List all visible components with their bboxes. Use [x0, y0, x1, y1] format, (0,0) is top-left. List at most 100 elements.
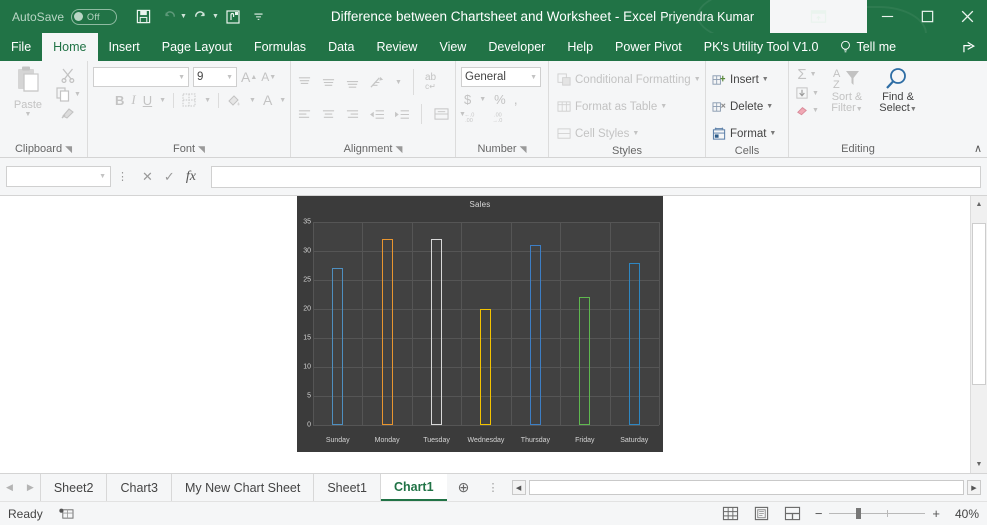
number-dialog-launcher[interactable]: ◥ [520, 144, 527, 155]
paste-button[interactable]: Paste ▼ [5, 65, 51, 118]
conditional-formatting-dropdown-icon[interactable]: ▼ [694, 76, 701, 83]
user-account-name[interactable]: Priyendra Kumar [660, 10, 754, 24]
tab-pk-utility-tool[interactable]: PK's Utility Tool V1.0 [693, 33, 830, 61]
add-sheet-button[interactable]: ⊕ [447, 474, 481, 501]
previous-sheet-arrow[interactable]: ◀ [6, 482, 13, 493]
cut-button[interactable] [60, 67, 76, 83]
sheet-tab-chart1[interactable]: Chart1 [380, 474, 447, 501]
format-cells-dropdown-icon[interactable]: ▼ [769, 130, 776, 137]
bar-monday[interactable] [381, 239, 393, 425]
tab-formulas[interactable]: Formulas [243, 33, 317, 61]
decrease-indent-icon[interactable] [369, 108, 385, 121]
delete-cells-dropdown-icon[interactable]: ▼ [766, 103, 773, 110]
merge-center-icon[interactable] [433, 107, 450, 121]
conditional-formatting-button[interactable]: Conditional Formatting ▼ [557, 69, 701, 90]
zoom-level-label[interactable]: 40% [947, 507, 979, 521]
bar-wednesday[interactable] [480, 309, 492, 425]
sheet-tab-my-new-chart-sheet[interactable]: My New Chart Sheet [172, 474, 315, 501]
undo-dropdown-icon[interactable]: ▼ [180, 13, 187, 20]
bar-friday[interactable] [579, 297, 591, 425]
percent-style-button[interactable]: % [494, 92, 506, 107]
formula-input[interactable] [210, 165, 981, 188]
chart-title[interactable]: Sales [297, 196, 663, 209]
borders-icon[interactable] [181, 92, 197, 108]
page-break-view-button[interactable] [784, 506, 801, 521]
vertical-scrollbar[interactable]: ▲ ▼ [970, 196, 987, 473]
number-format-select[interactable]: General ▼ [461, 67, 541, 87]
find-select-button[interactable]: Find & Select▼ [875, 66, 921, 115]
bar-tuesday[interactable] [431, 239, 443, 425]
fill-button[interactable]: ▼ [795, 86, 819, 100]
bar-sunday[interactable] [332, 268, 344, 425]
close-button[interactable] [947, 0, 987, 33]
font-size-dropdown-icon[interactable]: ▼ [226, 74, 233, 81]
tab-developer[interactable]: Developer [477, 33, 556, 61]
redo-icon[interactable] [189, 5, 213, 29]
tab-home[interactable]: Home [42, 33, 98, 61]
format-as-table-button[interactable]: Format as Table ▼ [557, 96, 667, 117]
increase-indent-icon[interactable] [394, 108, 410, 121]
scroll-left-arrow[interactable]: ◀ [511, 480, 526, 495]
zoom-slider[interactable] [829, 508, 926, 519]
tab-bar-splitter[interactable]: ⋮ [481, 474, 506, 501]
tab-power-pivot[interactable]: Power Pivot [604, 33, 693, 61]
align-bottom-icon[interactable] [345, 76, 360, 89]
tell-me-search[interactable]: Tell me [829, 33, 906, 61]
cell-styles-dropdown-icon[interactable]: ▼ [632, 130, 639, 137]
autosum-button[interactable]: Σ ▼ [797, 66, 816, 83]
align-middle-icon[interactable] [321, 76, 336, 89]
sort-filter-button[interactable]: AZ Sort & Filter▼ [825, 66, 869, 115]
currency-dropdown-icon[interactable]: ▼ [479, 96, 486, 103]
italic-button[interactable]: I [131, 92, 135, 108]
sheet-tab-sheet2[interactable]: Sheet2 [41, 474, 108, 501]
increase-decimal-icon[interactable]: .00 →.0 [492, 111, 509, 123]
fill-color-icon[interactable] [226, 92, 242, 108]
font-name-dropdown-icon[interactable]: ▼ [178, 74, 185, 81]
tab-help[interactable]: Help [556, 33, 604, 61]
wrap-text-icon[interactable]: ab c↵ [425, 73, 436, 92]
font-size-input[interactable]: 9 ▼ [193, 67, 237, 87]
underline-button[interactable]: U [143, 93, 152, 108]
tab-insert[interactable]: Insert [98, 33, 151, 61]
sheet-tab-chart3[interactable]: Chart3 [107, 474, 172, 501]
share-icon[interactable] [953, 33, 987, 61]
name-box[interactable]: ▼ [6, 166, 111, 187]
plot-area[interactable] [313, 222, 660, 426]
decrease-decimal-icon[interactable]: ←.0.00 [464, 111, 481, 123]
comma-style-button[interactable]: , [514, 91, 518, 107]
autosave-toggle[interactable]: Off [71, 8, 118, 25]
maximize-button[interactable] [907, 0, 947, 33]
insert-cells-button[interactable]: Insert ▼ [712, 69, 769, 90]
save-icon[interactable] [131, 5, 155, 29]
cancel-formula-icon[interactable]: ✕ [142, 169, 153, 185]
tab-data[interactable]: Data [317, 33, 365, 61]
sheet-tab-sheet1[interactable]: Sheet1 [314, 474, 381, 501]
paste-dropdown-icon[interactable]: ▼ [25, 111, 32, 118]
formula-bar-handle[interactable]: ⋮ [117, 170, 128, 183]
fill-dropdown-icon[interactable]: ▼ [812, 90, 819, 97]
vertical-scroll-thumb[interactable] [972, 223, 986, 385]
font-color-dropdown-icon[interactable]: ▼ [279, 97, 286, 104]
tab-file[interactable]: File [0, 33, 42, 61]
number-format-dropdown-icon[interactable]: ▼ [530, 74, 537, 81]
touch-mode-icon[interactable] [221, 5, 245, 29]
scroll-right-arrow[interactable]: ▶ [967, 480, 981, 495]
horizontal-scroll-track[interactable] [528, 480, 964, 495]
minimize-button[interactable] [867, 0, 907, 33]
font-color-icon[interactable]: A [263, 92, 272, 108]
tab-review[interactable]: Review [365, 33, 428, 61]
customize-qat-icon[interactable] [247, 5, 271, 29]
zoom-in-button[interactable]: + [932, 506, 940, 521]
align-right-icon[interactable] [345, 108, 360, 121]
scroll-up-arrow[interactable]: ▲ [971, 196, 987, 213]
bold-button[interactable]: B [115, 93, 124, 108]
format-as-table-dropdown-icon[interactable]: ▼ [660, 103, 667, 110]
copy-dropdown-icon[interactable]: ▼ [74, 91, 81, 98]
page-layout-view-button[interactable] [753, 506, 770, 521]
orientation-icon[interactable] [369, 75, 386, 90]
normal-view-button[interactable] [722, 506, 739, 521]
recording-icon[interactable] [59, 507, 74, 520]
alignment-dialog-launcher[interactable]: ◥ [396, 144, 403, 155]
insert-cells-dropdown-icon[interactable]: ▼ [762, 76, 769, 83]
currency-button[interactable]: $ [464, 92, 471, 107]
